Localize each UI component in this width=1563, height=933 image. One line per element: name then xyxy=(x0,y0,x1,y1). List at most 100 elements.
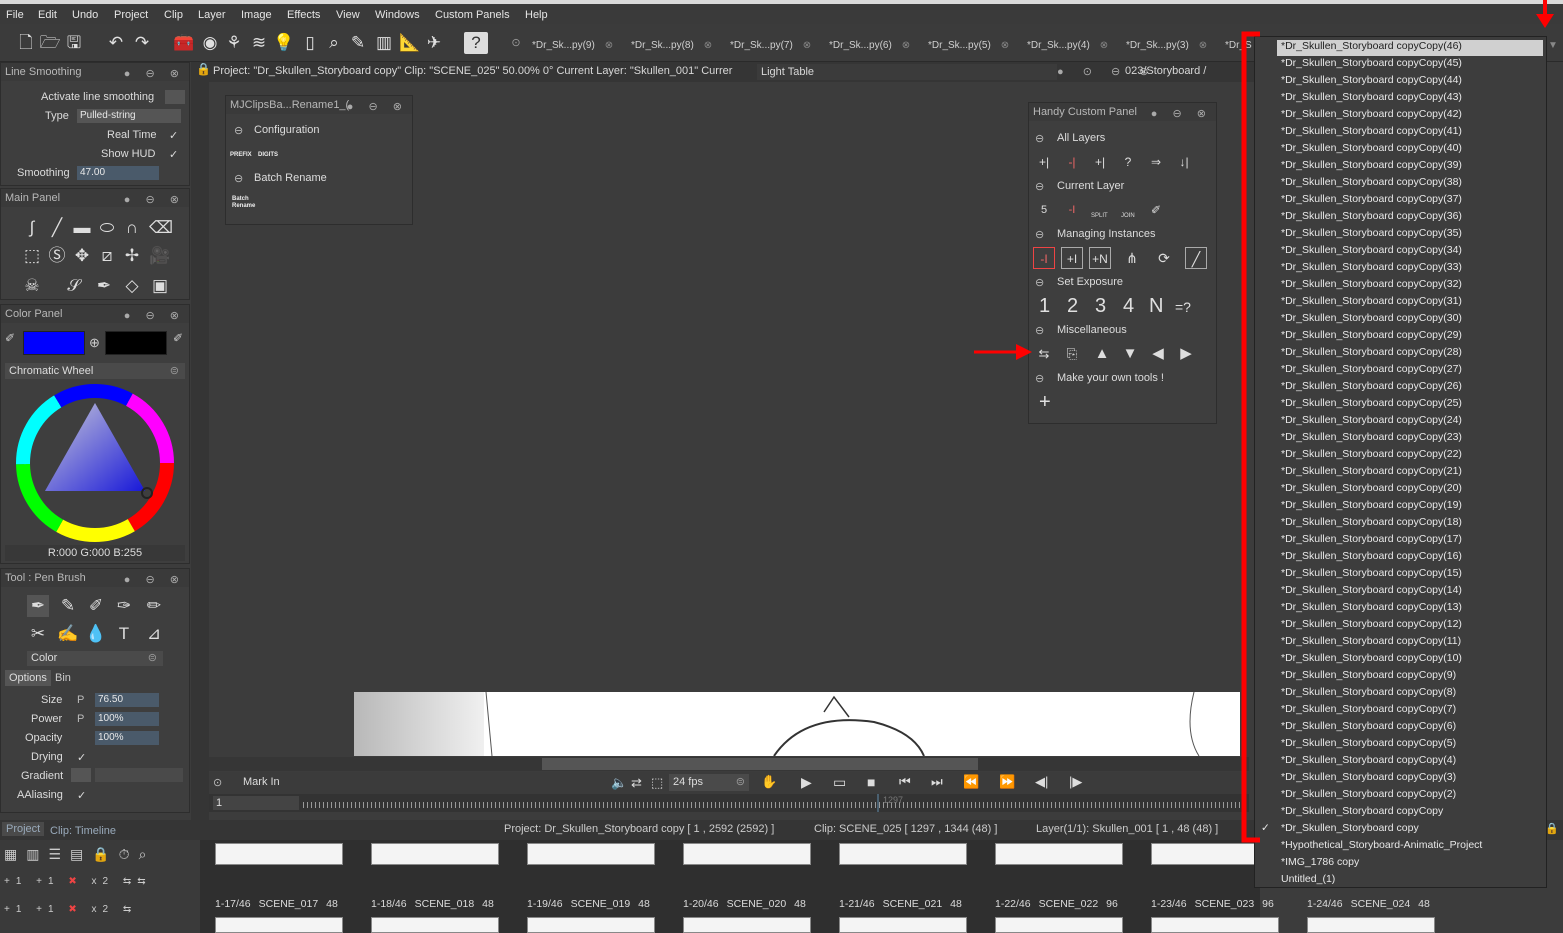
dropdown-item[interactable]: *Dr_Skullen_Storyboard copyCopy(9) xyxy=(1281,669,1456,681)
brush-icon[interactable]: ⚘ xyxy=(222,32,246,54)
menu-item-clip[interactable]: Clip xyxy=(164,9,183,21)
light-bulb-icon[interactable]: 💡 xyxy=(272,32,296,54)
color-wheel-icon[interactable]: ◉ xyxy=(198,32,222,54)
frame-icon[interactable]: ⬚ xyxy=(651,775,663,791)
panel-controls[interactable]: ● ⊖ ⊗ xyxy=(124,65,185,83)
pen-tool-icon[interactable]: ∫ xyxy=(21,217,43,239)
dropdown-item[interactable]: *Dr_Skullen_Storyboard copyCopy(2) xyxy=(1281,788,1456,800)
last-frame-icon[interactable]: ⏭ xyxy=(931,774,943,790)
dropdown-item[interactable]: *Dr_Skullen_Storyboard copyCopy(40) xyxy=(1281,142,1462,154)
smudge-icon[interactable]: ✍ xyxy=(57,623,79,645)
close-icon[interactable]: ⊗ xyxy=(1199,40,1207,51)
exposure-4-button[interactable]: 4 xyxy=(1123,295,1134,318)
remove-layer-icon[interactable]: -| xyxy=(1061,151,1083,173)
menu-item-file[interactable]: File xyxy=(6,9,24,21)
dropdown-item[interactable]: *Dr_Skullen_Storyboard copyCopy(21) xyxy=(1281,465,1462,477)
left-dock-splitter[interactable] xyxy=(191,62,209,822)
dropdown-item[interactable]: *Dr_Skullen_Storyboard copyCopy(43) xyxy=(1281,91,1462,103)
eyedropper-icon[interactable]: ✐ xyxy=(173,331,183,345)
sound-icon[interactable]: 🔈 xyxy=(611,775,627,791)
dropdown-item[interactable]: *Dr_Skullen_Storyboard copyCopy(24) xyxy=(1281,414,1462,426)
tab-document[interactable]: *Dr_Sk...py(3) ⊗ xyxy=(1126,40,1207,51)
airbrush-icon[interactable]: ✂ xyxy=(27,623,49,645)
scene-thumbnail[interactable] xyxy=(215,917,343,933)
view-mode-icons[interactable]: ▦▥☰▤🔒⏱⌕ xyxy=(4,846,155,863)
realtime-check-icon[interactable]: ✓ xyxy=(169,129,178,142)
color-mode-select[interactable]: Color ⊜ xyxy=(27,651,163,666)
add-tool-icon[interactable]: + xyxy=(1039,391,1051,414)
scene-thumbnail[interactable] xyxy=(215,843,343,865)
scrollbar-thumb[interactable] xyxy=(542,758,978,770)
lock-icon[interactable]: 🔒 xyxy=(1545,822,1559,835)
ink-brush-icon[interactable]: ✑ xyxy=(113,595,135,617)
scene-thumbnail[interactable] xyxy=(683,843,811,865)
join-button[interactable]: JOIN xyxy=(1121,213,1135,219)
dropdown-item[interactable]: *Dr_Skullen_Storyboard copyCopy(4) xyxy=(1281,754,1456,766)
opacity-field[interactable]: 100% xyxy=(95,731,159,745)
gradient-field[interactable] xyxy=(95,768,183,782)
prev-frame-icon[interactable]: ◀| xyxy=(1035,774,1048,790)
crop-tool-icon[interactable]: ✢ xyxy=(121,245,143,267)
library-icon[interactable]: ▥ xyxy=(372,32,396,54)
ellipse-tool-icon[interactable]: ⬭ xyxy=(96,217,118,239)
drying-check-icon[interactable]: ✓ xyxy=(77,751,86,764)
undo-icon[interactable]: ↶ xyxy=(104,32,128,54)
cycle-icon[interactable]: ⟳ xyxy=(1153,247,1175,269)
dropdown-item[interactable]: *Dr_Skullen_Storyboard copyCopy(17) xyxy=(1281,533,1462,545)
select-tool-icon[interactable]: ⬚ xyxy=(21,245,43,267)
arrow-left-icon[interactable]: ◀ xyxy=(1147,343,1169,365)
scene-thumbnail[interactable] xyxy=(1307,917,1435,933)
menu-item-custom-panels[interactable]: Custom Panels xyxy=(435,9,510,21)
layers-icon[interactable]: ≋ xyxy=(247,32,271,54)
scene-thumbnail[interactable] xyxy=(839,843,967,865)
batch-rename-tool-icon[interactable]: ⇆ xyxy=(1033,343,1055,365)
color-wheel[interactable] xyxy=(15,383,175,543)
arrow-down-icon[interactable]: ▼ xyxy=(1119,343,1141,365)
dropdown-item[interactable]: *Dr_Skullen_Storyboard copyCopy(19) xyxy=(1281,499,1462,511)
panel-controls[interactable]: ● ⊖ ⊗ xyxy=(1151,105,1212,123)
dropdown-item[interactable]: *Dr_Skullen_Storyboard copyCopy(13) xyxy=(1281,601,1462,613)
tab-scroll-icon[interactable]: ⊙ xyxy=(504,32,528,54)
scene-thumbnail[interactable] xyxy=(995,843,1123,865)
prefix-button[interactable]: PREFIX xyxy=(230,152,252,158)
prev-key-icon[interactable]: ⏪ xyxy=(963,774,979,790)
digits-button[interactable]: DIGITS xyxy=(258,152,278,158)
move-tool-icon[interactable]: ✥ xyxy=(71,245,93,267)
sort-layer-icon[interactable]: ↓| xyxy=(1173,151,1195,173)
gradient-toggle[interactable] xyxy=(71,768,91,782)
menu-item-windows[interactable]: Windows xyxy=(375,9,420,21)
lock-icon[interactable]: 🔒 xyxy=(196,62,211,76)
tab-options[interactable]: Options xyxy=(5,670,51,686)
menu-item-effects[interactable]: Effects xyxy=(287,9,320,21)
stop-icon[interactable]: ■ xyxy=(867,774,875,790)
canvas-drawing[interactable] xyxy=(354,692,1240,756)
insert-layer-icon[interactable]: +| xyxy=(1089,151,1111,173)
blend-icon[interactable]: ⊿ xyxy=(143,623,165,645)
loop-playback-icon[interactable]: ▭ xyxy=(833,774,846,791)
dropdown-item[interactable]: *Dr_Skullen_Storyboard copyCopy(7) xyxy=(1281,703,1456,715)
tab-document[interactable]: *Dr_Sk...py(8) ⊗ xyxy=(631,40,712,51)
magnifier-icon[interactable]: ⌕ xyxy=(322,32,346,54)
water-icon[interactable]: 💧 xyxy=(85,623,107,645)
canvas-scrollbar[interactable] xyxy=(209,757,1249,771)
dropdown-item[interactable]: *Dr_Skullen_Storyboard copyCopy(3) xyxy=(1281,771,1456,783)
dropdown-item[interactable]: Untitled_(1) xyxy=(1281,873,1335,885)
panel-controls[interactable]: ● ⊖ ⊗ xyxy=(347,98,408,116)
menu-item-project[interactable]: Project xyxy=(114,9,148,21)
dropdown-item[interactable]: *Dr_Skullen_Storyboard copyCopy(22) xyxy=(1281,448,1462,460)
open-file-icon[interactable]: 🗁 xyxy=(38,32,62,54)
eyedropper-icon[interactable]: ✐ xyxy=(5,331,15,345)
scene-thumbnail[interactable] xyxy=(839,917,967,933)
help-icon[interactable]: ? xyxy=(464,32,488,54)
pen-brush-icon[interactable]: ✒ xyxy=(27,595,49,617)
dropdown-item[interactable]: *Dr_Skullen_Storyboard copyCopy(16) xyxy=(1281,550,1462,562)
line-tool-icon[interactable]: ╱ xyxy=(46,217,68,239)
send-icon[interactable]: ✈ xyxy=(422,32,446,54)
dropdown-item[interactable]: *Dr_Skullen_Storyboard copyCopy(27) xyxy=(1281,363,1462,375)
fps-select[interactable]: 24 fps ⊜ xyxy=(669,774,749,791)
marker-brush-icon[interactable]: ✐ xyxy=(85,595,107,617)
dropdown-item[interactable]: *Dr_Skullen_Storyboard copyCopy(12) xyxy=(1281,618,1462,630)
dropdown-item[interactable]: *Dr_Skullen_Storyboard copyCopy xyxy=(1281,805,1443,817)
clip-action-icons[interactable]: +1 +1 ✖ x2 ⇆⇆ xyxy=(4,876,152,887)
scene-thumbnail[interactable] xyxy=(683,917,811,933)
